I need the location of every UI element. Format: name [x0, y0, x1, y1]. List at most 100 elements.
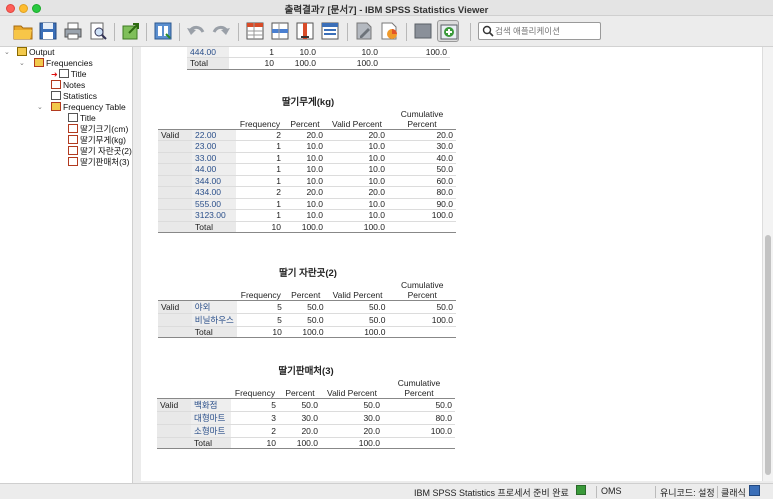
col-header-percent: Percent — [290, 118, 320, 129]
outline-frequencies[interactable]: Frequencies — [34, 58, 93, 69]
row-group-cell — [158, 186, 192, 199]
table-row: 444.00 1 10.0 10.0 100.0 — [187, 47, 450, 58]
vpct-cell: 50.0 — [326, 313, 389, 327]
designate-window-gray-icon[interactable] — [412, 20, 434, 42]
unicode-status: 유니코드: 설정 — [660, 488, 715, 498]
pct-cell: 10.0 — [284, 175, 326, 187]
search-box[interactable] — [478, 22, 601, 40]
vpct-cell: 50.0 — [321, 397, 383, 412]
outline-notes[interactable]: Notes — [51, 80, 85, 91]
save-icon[interactable] — [37, 20, 59, 42]
collapse-frequencies-icon[interactable]: ⌄ — [19, 60, 25, 67]
goto-data-icon[interactable] — [244, 20, 266, 42]
vertical-scrollbar[interactable] — [762, 47, 773, 481]
row-group-cell — [158, 209, 192, 222]
valid-label: Valid — [158, 128, 192, 141]
table-row: 23.00 1 10.0 10.0 30.0 — [158, 140, 456, 153]
print-icon[interactable] — [62, 20, 84, 42]
outline-frequency-table[interactable]: Frequency Table — [51, 102, 126, 113]
outline-ft-title[interactable]: Title — [68, 113, 96, 124]
row-group-cell — [158, 198, 192, 210]
table-row: 33.00 1 10.0 10.0 40.0 — [158, 152, 456, 164]
row-label: 소형마트 — [191, 424, 231, 438]
classic-table-icon[interactable] — [749, 485, 760, 496]
table-body: Valid 22.00 2 20.0 20.0 20.0 23.00 1 10.0 10.0 30.… — [158, 128, 456, 233]
freq-cell: 2 — [236, 186, 284, 199]
pct-cell: 100.0 — [277, 57, 319, 70]
vpct-cell: 100.0 — [321, 437, 383, 449]
row-label: 444.00 — [187, 47, 229, 58]
table-row: 344.00 1 10.0 10.0 60.0 — [158, 175, 456, 187]
vpct-cell: 100.0 — [319, 57, 381, 70]
freq-cell: 1 — [236, 175, 284, 187]
cpct-cell: 20.0 — [388, 128, 456, 141]
window-title: 출력결과7 [문서7] - IBM SPSS Statistics Viewer — [284, 5, 489, 16]
frequency-table-weight[interactable]: Frequency Percent Valid Percent Cumulati… — [158, 106, 456, 233]
pane-splitter[interactable] — [133, 47, 141, 483]
spss-viewer-window: 출력결과7 [문서7] - IBM SPSS Statistics Viewer — [0, 0, 773, 499]
outline-item-weight[interactable]: 딸기무게(kg) — [68, 135, 126, 146]
cpct-cell: 100.0 — [381, 47, 450, 58]
outline-statistics[interactable]: Statistics — [51, 91, 97, 102]
frequency-table-seller[interactable]: Frequency Percent Valid Percent Cumulati… — [157, 375, 455, 449]
variables-icon[interactable] — [319, 20, 341, 42]
row-label: 비닐하우스 — [191, 313, 237, 327]
search-icon — [482, 25, 494, 37]
title-bar: 출력결과7 [문서7] - IBM SPSS Statistics Viewer — [0, 0, 773, 16]
status-divider — [717, 486, 718, 498]
pct-cell: 30.0 — [279, 411, 321, 425]
collapse-output-icon[interactable]: ⌄ — [4, 49, 10, 56]
col-header-frequency: Frequency — [240, 289, 281, 300]
insert-text-icon[interactable] — [353, 20, 375, 42]
freq-cell: 1 — [236, 140, 284, 153]
outline-item-size[interactable]: 딸기크기(cm) — [68, 124, 128, 135]
row-label: 555.00 — [192, 198, 236, 210]
vpct-cell: 10.0 — [326, 152, 388, 164]
freq-cell: 2 — [236, 128, 284, 141]
recall-dialog-icon[interactable] — [152, 20, 174, 42]
open-folder-icon[interactable] — [12, 20, 34, 42]
outline-item-place[interactable]: 딸기 자란곳(2) — [68, 146, 132, 157]
outline-item-seller[interactable]: 딸기판매처(3) — [68, 157, 130, 168]
freq-cell: 1 — [236, 152, 284, 164]
pct-cell: 10.0 — [284, 163, 326, 176]
freq-cell: 3 — [231, 411, 279, 425]
designate-window-icon[interactable] — [437, 20, 459, 42]
vpct-cell: 100.0 — [326, 326, 389, 338]
freq-cell: 5 — [236, 313, 285, 327]
col-header-frequency: Frequency — [234, 387, 276, 398]
current-item-arrow-icon: ➜ — [51, 70, 58, 79]
vpct-cell: 10.0 — [319, 47, 381, 58]
outline-output[interactable]: Output — [17, 47, 55, 58]
toolbar-separator — [347, 23, 348, 41]
folder-book-icon — [51, 102, 61, 111]
status-divider — [655, 486, 656, 498]
search-input[interactable] — [495, 24, 599, 38]
table-icon — [68, 146, 78, 155]
status-divider — [596, 486, 597, 498]
vpct-cell: 20.0 — [326, 186, 388, 199]
insert-chart-icon[interactable] — [378, 20, 400, 42]
export-icon[interactable] — [120, 20, 142, 42]
pct-cell: 10.0 — [284, 152, 326, 164]
pct-cell: 10.0 — [284, 198, 326, 210]
goto-variable-icon[interactable] — [294, 20, 316, 42]
table-row-total: Total 10 100.0 100.0 — [187, 57, 450, 70]
scrollbar-thumb[interactable] — [765, 235, 771, 475]
table-row-total: Total 10 100.0 100.0 — [158, 326, 456, 338]
toolbar-separator — [179, 23, 180, 41]
table-body: Valid 야외 5 50.0 50.0 50.0 비닐하우스 5 50.0 50.0 100.0 T… — [158, 299, 456, 338]
toolbar — [0, 17, 773, 47]
table-row: 434.00 2 20.0 20.0 80.0 — [158, 186, 456, 199]
outline-title[interactable]: ➜ Title — [51, 69, 86, 80]
redo-icon[interactable] — [210, 20, 232, 42]
row-group-cell — [158, 175, 192, 187]
cpct-cell: 100.0 — [383, 424, 455, 438]
print-preview-icon[interactable] — [87, 20, 109, 42]
collapse-frequency-table-icon[interactable]: ⌄ — [37, 104, 43, 111]
pct-cell: 100.0 — [284, 221, 326, 233]
goto-case-icon[interactable] — [269, 20, 291, 42]
notes-icon — [51, 80, 61, 89]
frequency-table-place[interactable]: Frequency Percent Valid Percent Cumulati… — [158, 277, 456, 338]
undo-icon[interactable] — [185, 20, 207, 42]
